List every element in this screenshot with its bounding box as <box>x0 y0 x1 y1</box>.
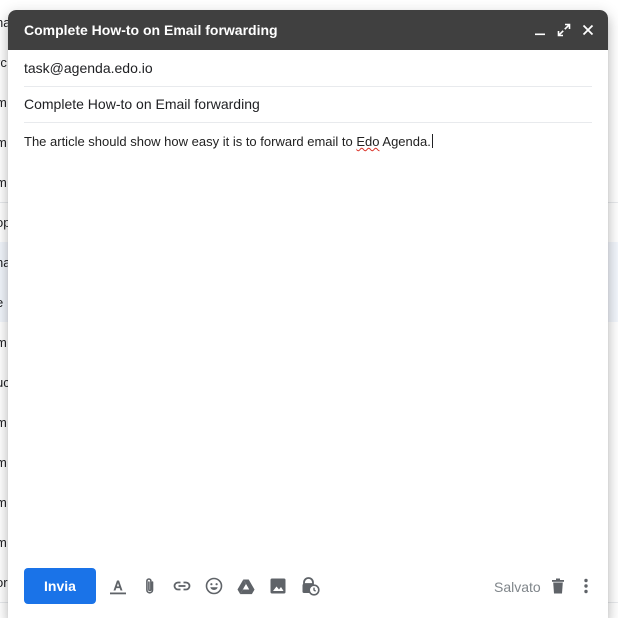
more-vert-icon[interactable] <box>575 575 597 597</box>
saved-status: Salvato <box>494 579 541 595</box>
expand-icon[interactable] <box>555 21 573 39</box>
confidential-icon[interactable] <box>299 575 321 597</box>
image-icon[interactable] <box>267 575 289 597</box>
attach-icon[interactable] <box>139 575 161 597</box>
message-body[interactable]: The article should show how easy it is t… <box>24 122 592 542</box>
trash-icon[interactable] <box>547 575 569 597</box>
message-body-text[interactable]: The article should show how easy it is t… <box>24 134 433 149</box>
send-button[interactable]: Invia <box>24 568 96 604</box>
minimize-icon[interactable] <box>531 21 549 39</box>
body-text-start: The article should show how easy it is t… <box>24 134 357 149</box>
subject-field[interactable]: Complete How-to on Email forwarding <box>24 86 592 123</box>
compose-window: Complete How-to on Email forwarding task… <box>8 10 608 618</box>
link-icon[interactable] <box>171 575 193 597</box>
body-text-end: Agenda. <box>379 134 431 149</box>
recipient-address[interactable]: task@agenda.edo.io <box>24 60 153 76</box>
compose-title: Complete How-to on Email forwarding <box>24 22 278 38</box>
close-icon[interactable] <box>579 21 597 39</box>
text-cursor <box>431 134 433 148</box>
to-field[interactable]: task@agenda.edo.io <box>24 50 592 87</box>
subject-text[interactable]: Complete How-to on Email forwarding <box>24 96 260 112</box>
misspelled-word[interactable]: Edo <box>356 134 379 149</box>
compose-titlebar[interactable]: Complete How-to on Email forwarding <box>8 10 608 50</box>
emoji-icon[interactable] <box>203 575 225 597</box>
drive-icon[interactable] <box>235 575 257 597</box>
format-text-icon[interactable] <box>107 575 129 597</box>
